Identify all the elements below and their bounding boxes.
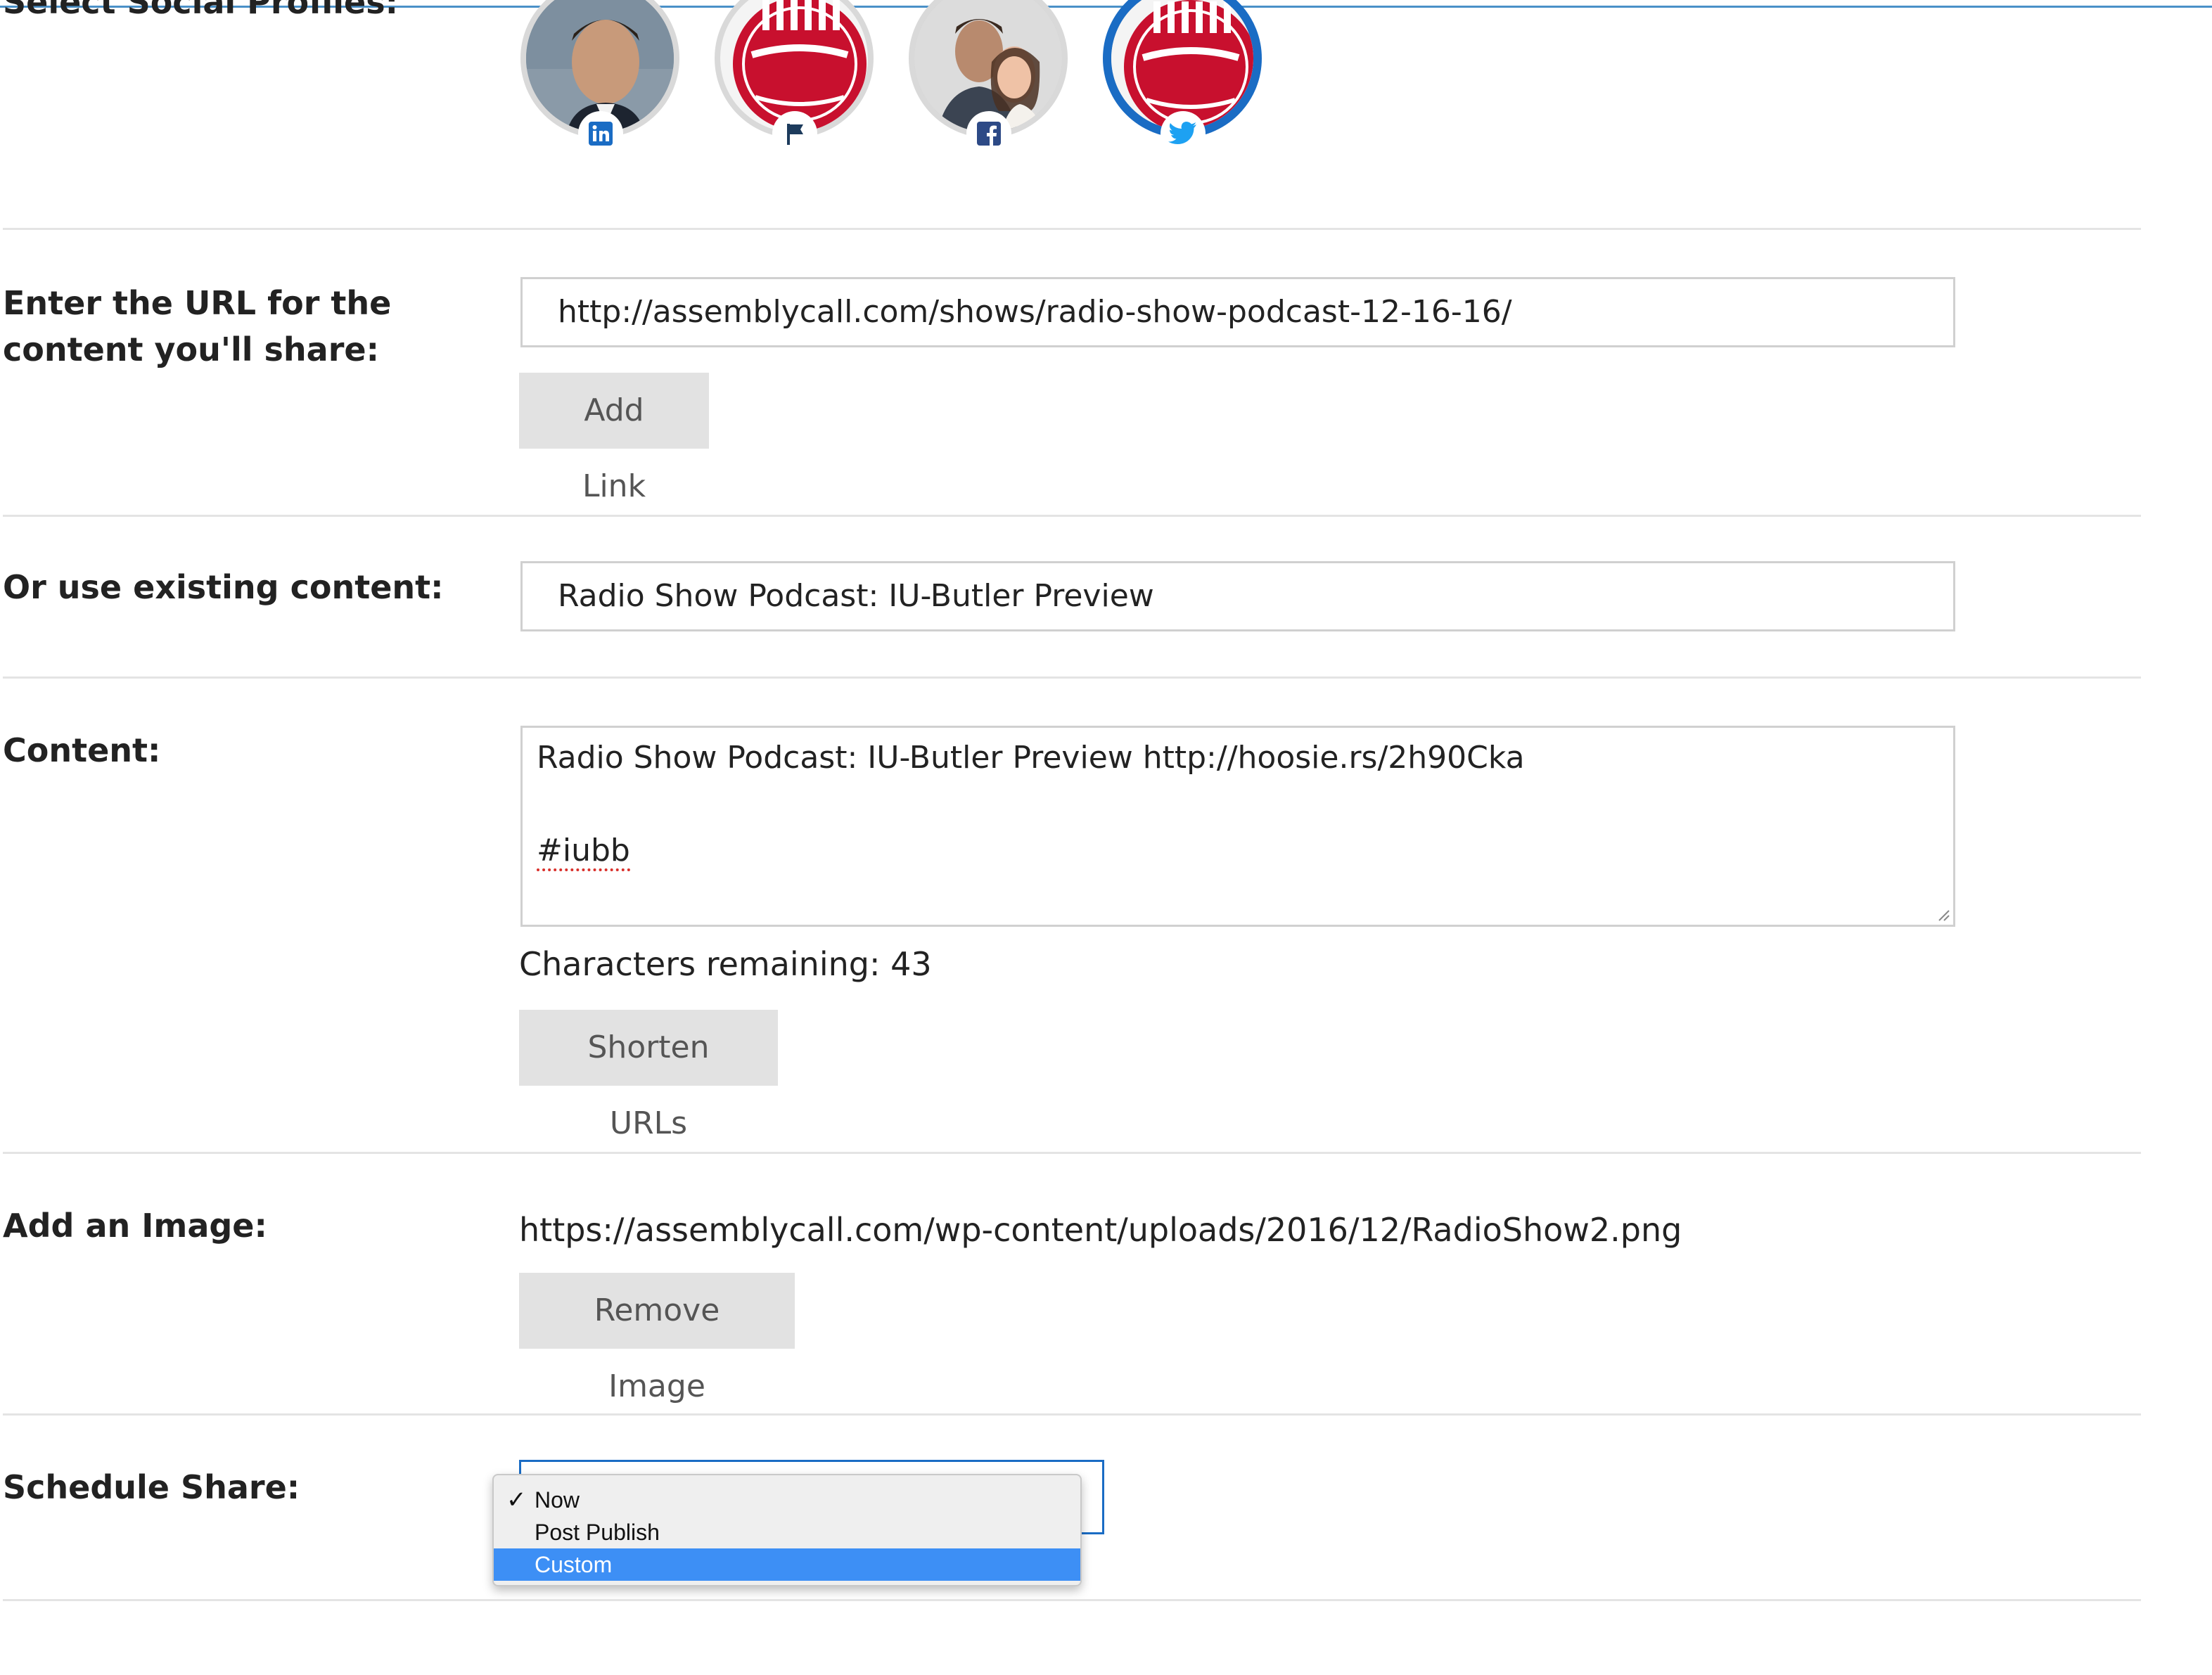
- schedule-option-post-publish[interactable]: Post Publish: [494, 1516, 1080, 1548]
- content-line-2: #iubb: [537, 833, 630, 871]
- divider: [3, 1599, 2141, 1601]
- option-label: Now: [535, 1487, 580, 1513]
- flag-icon: [772, 111, 817, 156]
- existing-content-label: Or use existing content:: [3, 568, 444, 606]
- content-line-1: Radio Show Podcast: IU-Butler Preview ht…: [537, 740, 1525, 776]
- divider: [3, 676, 2141, 679]
- divider: [3, 1152, 2141, 1154]
- content-textarea[interactable]: Radio Show Podcast: IU-Butler Preview ht…: [520, 726, 1955, 927]
- divider: [3, 228, 2141, 230]
- remove-image-button[interactable]: Remove Image: [519, 1273, 795, 1404]
- twitter-icon: [1161, 111, 1206, 156]
- divider: [3, 1413, 2141, 1416]
- schedule-option-custom[interactable]: Custom: [494, 1548, 1080, 1581]
- profile-facebook[interactable]: [909, 0, 1068, 156]
- divider: [3, 515, 2141, 517]
- resize-grip-icon[interactable]: [1935, 906, 1950, 922]
- option-label: Custom: [535, 1552, 613, 1577]
- characters-remaining: Characters remaining: 43: [519, 945, 932, 983]
- content-label: Content:: [3, 731, 161, 769]
- profile-page[interactable]: [715, 0, 874, 156]
- profiles-label: Select Social Profiles:: [3, 0, 398, 21]
- schedule-label: Schedule Share:: [3, 1468, 300, 1506]
- add-link-button[interactable]: Add Link: [519, 373, 709, 504]
- profile-twitter[interactable]: [1103, 0, 1262, 156]
- profile-linkedin[interactable]: [520, 0, 679, 156]
- image-url: https://assemblycall.com/wp-content/uplo…: [519, 1211, 1682, 1249]
- image-label: Add an Image:: [3, 1207, 267, 1245]
- facebook-icon: [966, 111, 1011, 156]
- url-label: Enter the URL for the content you'll sha…: [3, 280, 391, 373]
- existing-content-input[interactable]: Radio Show Podcast: IU-Butler Preview: [520, 561, 1955, 631]
- url-input[interactable]: http://assemblycall.com/shows/radio-show…: [520, 277, 1955, 347]
- linkedin-icon: [578, 111, 623, 156]
- option-label: Post Publish: [535, 1520, 660, 1545]
- url-label-line1: Enter the URL for the: [3, 284, 392, 322]
- schedule-option-now[interactable]: ✓ Now: [494, 1484, 1080, 1516]
- url-label-line2: content you'll share:: [3, 330, 379, 368]
- checkmark-icon: ✓: [506, 1487, 527, 1513]
- shorten-urls-button[interactable]: Shorten URLs: [519, 1010, 778, 1141]
- schedule-dropdown-menu[interactable]: ✓ Now Post Publish Custom: [492, 1474, 1082, 1586]
